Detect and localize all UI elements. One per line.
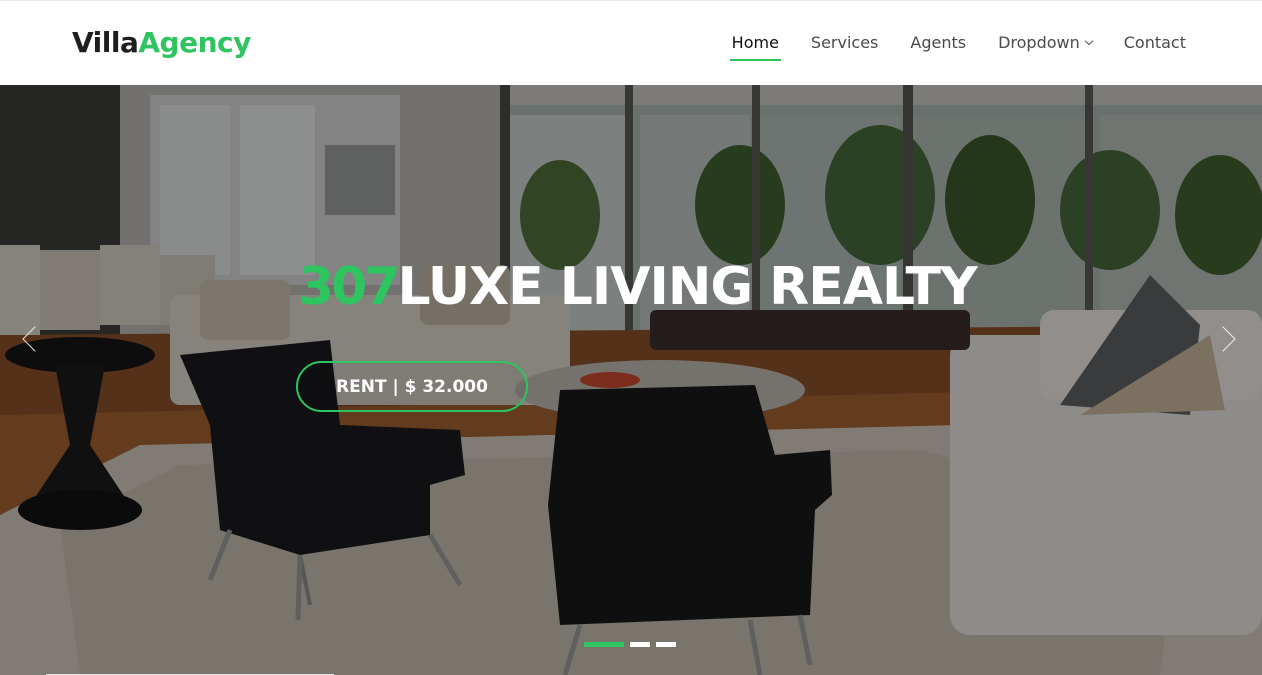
nav-item-label: Dropdown <box>998 33 1080 52</box>
slide-indicator-3[interactable] <box>656 642 676 647</box>
nav-item-contact[interactable]: Contact <box>1124 31 1186 55</box>
hero-overlay <box>0 85 1262 675</box>
slide-indicator-1[interactable] <box>584 642 624 647</box>
nav-item-services[interactable]: Services <box>811 31 878 55</box>
hero-title-number: 307 <box>298 257 401 317</box>
nav-item-home[interactable]: Home <box>729 31 782 61</box>
main-nav: Home Services Agents Dropdown Contact <box>729 31 1186 61</box>
logo-second-word: Agency <box>138 26 251 59</box>
hero-title-text: LUXE LIVING REALTY <box>397 257 978 317</box>
nav-item-label: Home <box>731 33 779 52</box>
hero-slider: 307LUXE LIVING REALTY RENT | $ 32.000 <box>0 85 1262 675</box>
hero-title: 307LUXE LIVING REALTY <box>298 257 978 317</box>
rent-price-button[interactable]: RENT | $ 32.000 <box>296 361 528 412</box>
slide-indicators <box>584 642 676 647</box>
site-header: VillaAgency Home Services Agents Dropdow… <box>0 0 1262 85</box>
logo-first-word: Villa <box>72 26 139 59</box>
logo[interactable]: VillaAgency <box>72 27 251 59</box>
nav-item-label: Contact <box>1123 33 1186 52</box>
nav-item-label: Agents <box>910 33 967 52</box>
chevron-down-icon <box>1084 36 1093 46</box>
nav-item-agents[interactable]: Agents <box>910 31 966 55</box>
slide-indicator-2[interactable] <box>630 642 650 647</box>
nav-item-label: Services <box>810 33 879 52</box>
nav-item-dropdown[interactable]: Dropdown <box>998 31 1093 55</box>
